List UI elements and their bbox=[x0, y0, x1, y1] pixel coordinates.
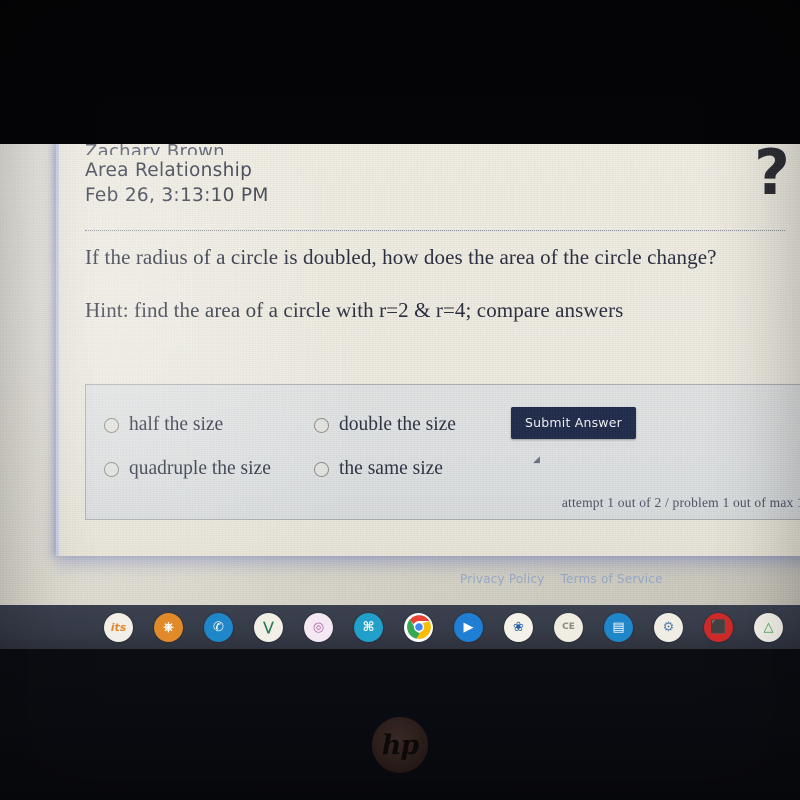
footer-links: Privacy Policy Terms of Service bbox=[460, 572, 663, 586]
assignment-title: Area Relationship bbox=[85, 160, 253, 181]
shelf-icon-glyph: ⬛ bbox=[710, 619, 727, 635]
settings-gear-icon[interactable]: ⚙ bbox=[654, 612, 683, 642]
chrome-icon[interactable] bbox=[404, 612, 433, 642]
answer-option-3[interactable]: the same size bbox=[314, 459, 443, 479]
shelf-icon-glyph: ⋁ bbox=[263, 619, 274, 635]
chromeos-shelf: its⎈✆⋁◎⌘▶❀CE▤⚙⬛△● bbox=[0, 605, 800, 649]
shelf-icon-glyph: ⚙ bbox=[662, 619, 675, 635]
mouse-cursor-icon: ◢ bbox=[533, 455, 540, 465]
ce-badge-icon[interactable]: CE bbox=[554, 612, 583, 642]
answer-option-label: double the size bbox=[339, 414, 456, 435]
radio-button-icon[interactable] bbox=[314, 461, 329, 477]
ubuntu-icon[interactable]: ⎈ bbox=[154, 612, 183, 642]
media-player-icon[interactable]: ▶ bbox=[454, 612, 483, 642]
answer-option-2[interactable]: quadruple the size bbox=[104, 459, 271, 479]
shelf-icon-glyph: △ bbox=[763, 619, 774, 635]
hp-brand-logo: hp bbox=[372, 717, 428, 773]
shelf-icon-glyph: ◎ bbox=[312, 619, 325, 635]
sketch-icon[interactable]: ⌘ bbox=[354, 612, 383, 642]
shelf-icon-glyph: ⎈ bbox=[163, 619, 174, 635]
radio-button-icon[interactable] bbox=[104, 461, 119, 477]
privacy-policy-link[interactable]: Privacy Policy bbox=[460, 572, 545, 586]
assignment-card: Zachary Brown Area Relationship Feb 26, … bbox=[56, 136, 800, 556]
radio-button-icon[interactable] bbox=[104, 417, 119, 433]
shelf-icon-glyph: ✆ bbox=[213, 619, 224, 635]
laptop-photo: Zachary Brown Area Relationship Feb 26, … bbox=[0, 0, 800, 800]
scanner-icon[interactable]: ▤ bbox=[604, 612, 633, 642]
butterfly-icon[interactable]: ❀ bbox=[504, 612, 533, 642]
shelf-icon-glyph: CE bbox=[562, 621, 575, 632]
shelf-icon-glyph: its bbox=[110, 620, 127, 634]
laptop-top-bezel bbox=[0, 0, 800, 144]
google-drive-icon[interactable]: △ bbox=[754, 612, 783, 642]
help-question-mark-icon[interactable]: ? bbox=[754, 142, 790, 204]
answer-option-label: quadruple the size bbox=[129, 458, 271, 479]
answer-option-0[interactable]: half the size bbox=[104, 415, 223, 435]
radio-button-icon[interactable] bbox=[314, 417, 329, 433]
answer-option-label: half the size bbox=[129, 414, 224, 435]
shelf-icon-glyph: ▶ bbox=[463, 619, 474, 635]
question-block: If the radius of a circle is doubled, ho… bbox=[85, 244, 785, 324]
answer-option-label: the same size bbox=[339, 458, 443, 479]
answer-panel: half the size double the size quadruple … bbox=[85, 384, 800, 520]
shelf-icon-glyph: ⌘ bbox=[362, 619, 375, 635]
header-divider bbox=[85, 230, 785, 231]
submit-answer-button[interactable]: Submit Answer bbox=[511, 407, 636, 439]
paint-icon[interactable]: ✆ bbox=[204, 612, 233, 642]
terms-of-service-link[interactable]: Terms of Service bbox=[561, 572, 663, 586]
question-hint: Hint: find the area of a circle with r=2… bbox=[85, 298, 624, 322]
its-learning-icon[interactable]: its bbox=[104, 612, 133, 642]
shelf-icon-glyph: ❀ bbox=[513, 619, 524, 635]
laptop-bottom-bezel: hp bbox=[0, 649, 800, 800]
browser-screen: Zachary Brown Area Relationship Feb 26, … bbox=[0, 126, 800, 608]
answer-option-1[interactable]: double the size bbox=[314, 415, 456, 435]
galaxy-icon[interactable]: ◎ bbox=[304, 612, 333, 642]
shelf-icon-glyph: ▤ bbox=[612, 619, 625, 635]
wolf-icon[interactable]: ⋁ bbox=[254, 612, 283, 642]
assignment-timestamp: Feb 26, 3:13:10 PM bbox=[85, 185, 269, 206]
assignment-header: Zachary Brown Area Relationship Feb 26, … bbox=[85, 142, 685, 208]
question-prompt: If the radius of a circle is doubled, ho… bbox=[85, 245, 717, 269]
cube-icon[interactable]: ⬛ bbox=[704, 612, 733, 642]
attempt-status-text: attempt 1 out of 2 / problem 1 out of ma… bbox=[561, 495, 800, 510]
